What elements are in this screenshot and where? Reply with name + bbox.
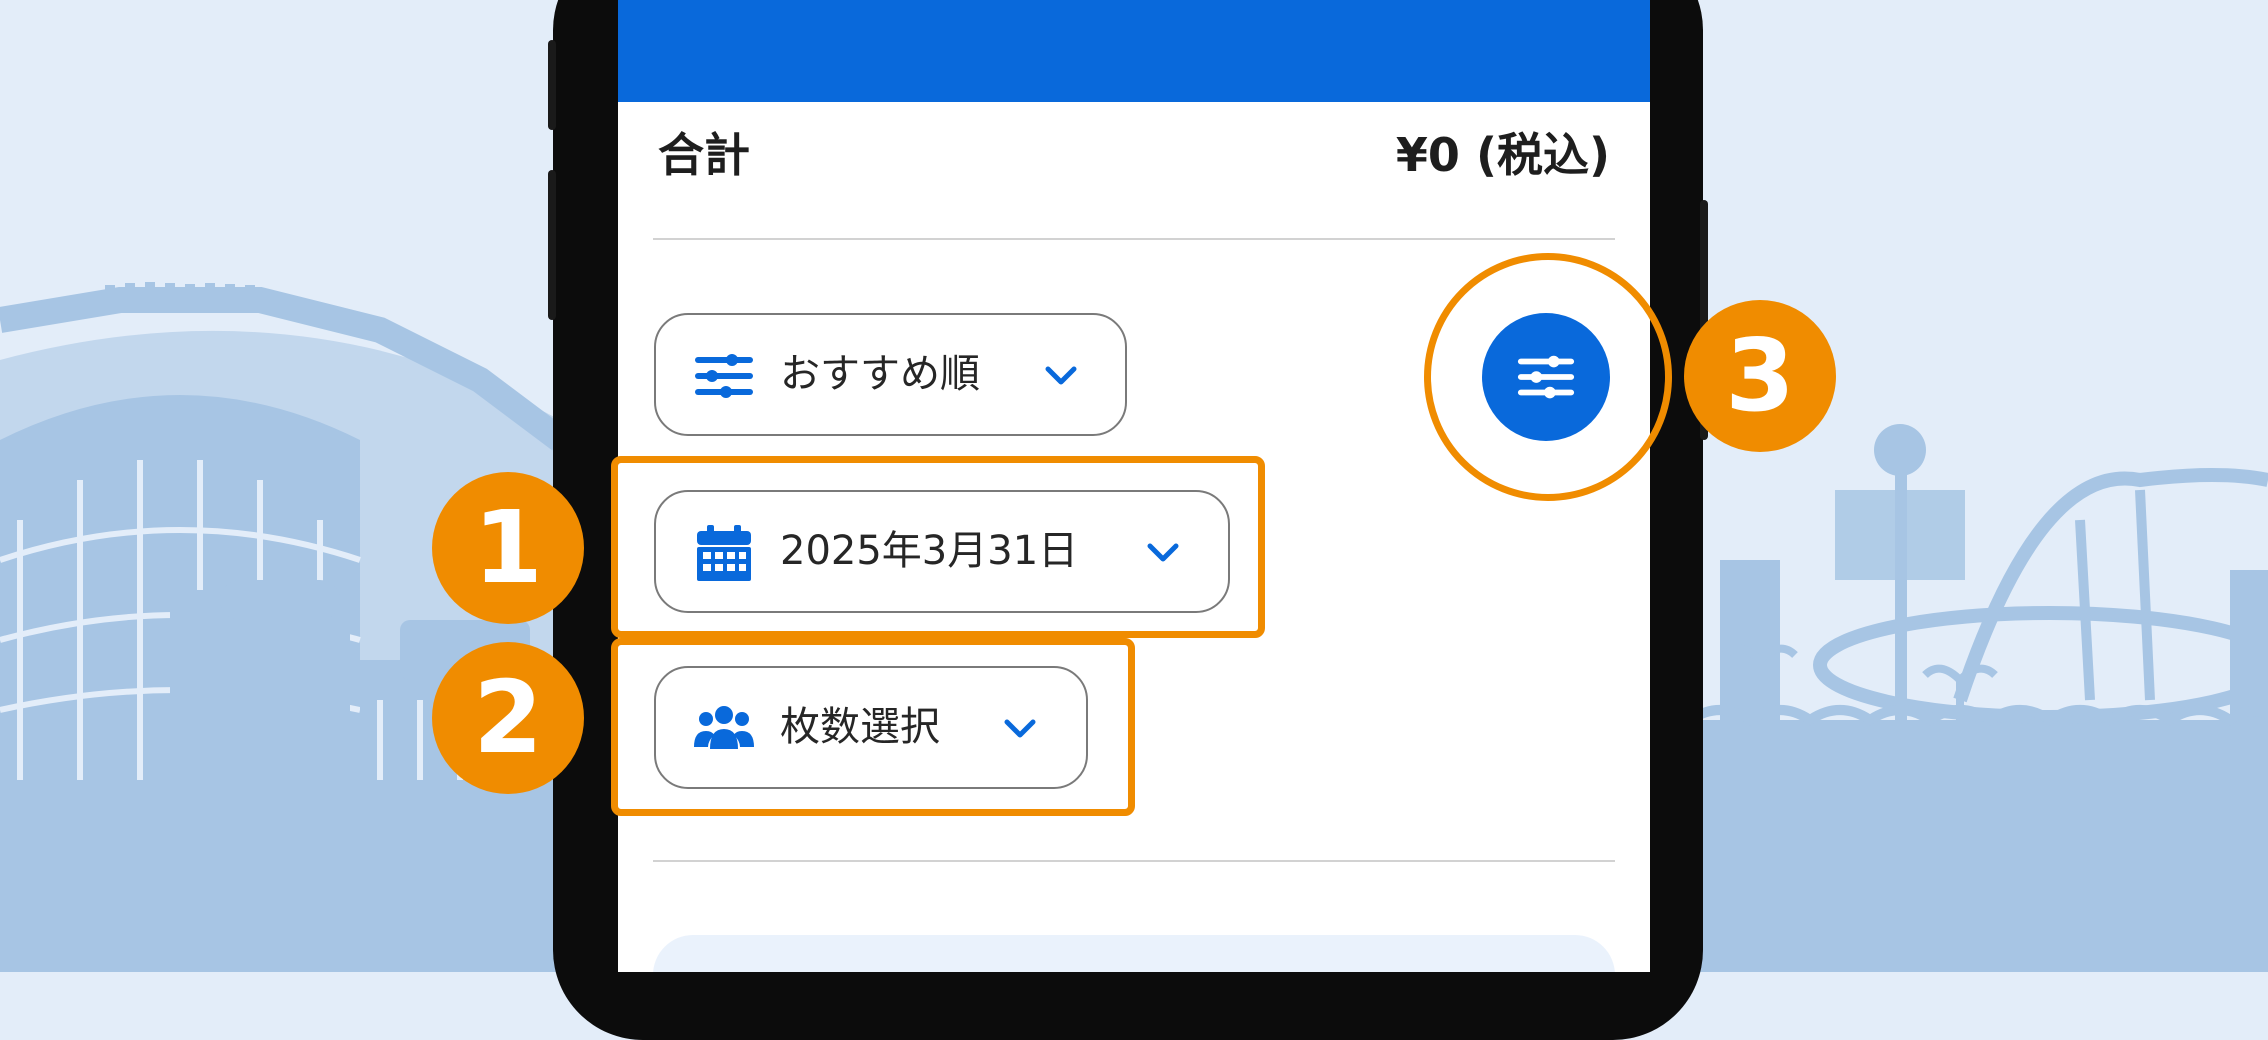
callout-highlight-filter: [1424, 253, 1672, 501]
callout-badge-1: 1: [432, 472, 584, 624]
callout-badge-2: 2: [432, 642, 584, 794]
callout-highlight-date: [611, 456, 1265, 638]
callout-badge-3: 3: [1684, 300, 1836, 452]
total-price: ¥0 (税込): [1395, 128, 1610, 182]
callout-highlight-tickets: [611, 638, 1135, 816]
phone-side-button: [548, 170, 556, 320]
ticket-card: [653, 935, 1615, 972]
app-header-bar: [618, 0, 1650, 102]
sliders-icon: [695, 354, 753, 398]
sort-dropdown[interactable]: おすすめ順: [654, 313, 1127, 436]
sort-label: おすすめ順: [780, 351, 980, 397]
total-label: 合計: [658, 128, 750, 182]
phone-side-button: [548, 40, 556, 130]
chevron-down-icon: [1045, 366, 1077, 385]
divider: [653, 860, 1615, 862]
divider: [653, 238, 1615, 240]
